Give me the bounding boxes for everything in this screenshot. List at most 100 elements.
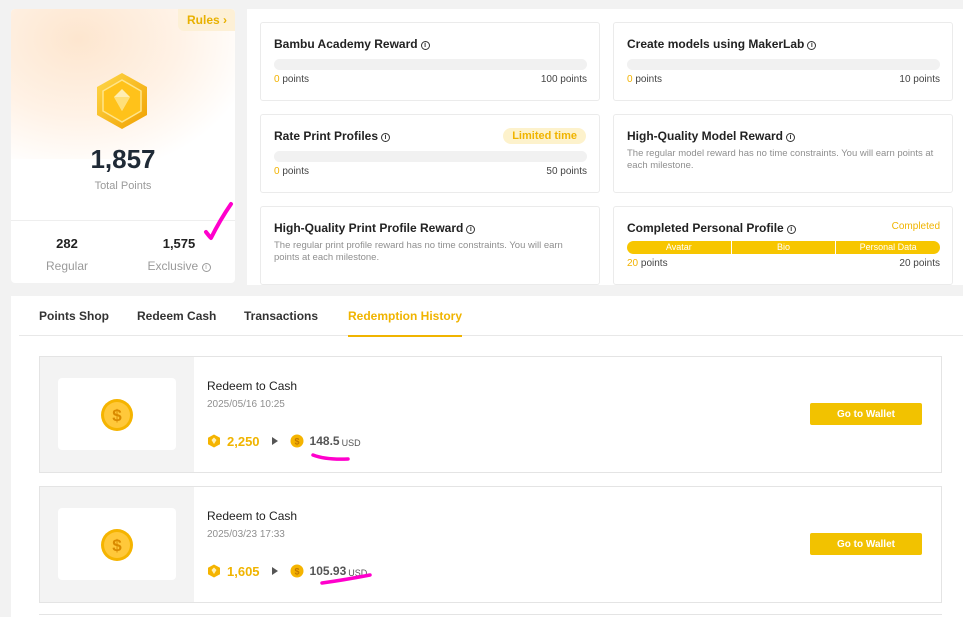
regular-points-value: 282: [56, 236, 78, 251]
total-points-value: 1,857: [90, 144, 156, 174]
record-date: 2025/05/16 10:25: [207, 399, 285, 410]
progress-bar: [274, 59, 587, 70]
task-progress-unit: points: [279, 166, 310, 177]
task-title-row: High-Quality Print Profile Reward i: [274, 221, 476, 235]
points-summary-card: Rules › 1,857 Total Points 282 Regular 1…: [11, 9, 235, 283]
task-card-personal-profile: Completed Personal Profile i Completed Av…: [613, 206, 953, 285]
task-progress: 0 points: [274, 74, 309, 85]
svg-text:$: $: [294, 437, 299, 447]
record-thumbnail: $: [58, 378, 176, 450]
task-progress-unit: points: [632, 74, 663, 85]
rules-button[interactable]: Rules ›: [177, 9, 235, 31]
info-icon[interactable]: i: [381, 133, 391, 142]
arrow-right-icon: [271, 567, 278, 575]
task-title: Completed Personal Profile: [627, 221, 784, 235]
task-target: 20 points: [899, 258, 940, 269]
tab-transactions[interactable]: Transactions: [244, 309, 318, 335]
task-title-row: Bambu Academy Reward i: [274, 37, 430, 51]
dollar-coin-icon: $: [290, 434, 304, 448]
tab-redeem-cash[interactable]: Redeem Cash: [137, 309, 216, 335]
record-thumbnail-area: $: [40, 357, 194, 472]
tab-bar: Points Shop Redeem Cash Transactions Red…: [19, 296, 963, 337]
exclusive-points-label-row: Exclusive i: [123, 259, 235, 273]
dollar-coin-icon: $: [101, 399, 133, 431]
task-title: High-Quality Print Profile Reward: [274, 221, 464, 235]
record-exchange: 1,605 $ 105.93 USD: [207, 562, 367, 580]
svg-text:$: $: [112, 536, 122, 555]
exclusive-points-label: Exclusive: [147, 259, 199, 273]
points-coin-icon: [208, 434, 220, 448]
task-card-rate-profiles: Rate Print Profiles i Limited time 0 poin…: [260, 114, 600, 193]
next-record-edge: [39, 614, 942, 615]
task-card-academy: Bambu Academy Reward i 0 points 100 point…: [260, 22, 600, 101]
record-date: 2025/03/23 17:33: [207, 529, 285, 540]
task-title: Create models using MakerLab: [627, 37, 805, 51]
task-card-hq-profile: High-Quality Print Profile Reward i The r…: [260, 206, 600, 285]
task-title: Rate Print Profiles: [274, 129, 379, 143]
task-progress-unit: points: [638, 258, 668, 269]
arrow-right-icon: [271, 437, 278, 445]
completed-status: Completed: [891, 221, 940, 232]
exclusive-points-value: 1,575: [162, 236, 196, 251]
segmented-progress-bar: Avatar Bio Personal Data: [627, 241, 940, 254]
record-amount: 105.93: [309, 564, 347, 578]
task-target: 50 points: [546, 166, 587, 177]
tab-points-shop[interactable]: Points Shop: [39, 309, 109, 335]
dollar-coin-icon: $: [290, 564, 304, 578]
info-icon[interactable]: i: [807, 41, 817, 50]
info-icon[interactable]: i: [786, 225, 796, 234]
regular-points: 282 Regular: [11, 236, 123, 273]
redemption-record: $ Redeem to Cash 2025/03/23 17:33 1,605 …: [39, 486, 942, 603]
record-title: Redeem to Cash: [207, 379, 298, 393]
task-card-makerlab: Create models using MakerLab i 0 points 1…: [613, 22, 953, 101]
task-description: The regular model reward has no time con…: [627, 148, 934, 171]
main-panel: Points Shop Redeem Cash Transactions Red…: [11, 296, 963, 617]
svg-text:$: $: [112, 406, 122, 425]
segment-avatar: Avatar: [627, 241, 732, 254]
task-progress: 0 points: [627, 74, 662, 85]
segment-personal-data: Personal Data: [859, 242, 917, 252]
task-title-row: High-Quality Model Reward i: [627, 129, 796, 143]
points-coin-icon: [208, 564, 220, 578]
info-icon[interactable]: i: [420, 41, 430, 50]
task-progress-value: 20: [627, 258, 639, 269]
task-progress-unit: points: [279, 74, 310, 85]
task-title: High-Quality Model Reward: [627, 129, 784, 143]
info-icon[interactable]: i: [201, 263, 211, 272]
diamond-medal-icon: [97, 73, 147, 129]
limited-time-badge: Limited time: [503, 128, 586, 144]
task-title-row: Completed Personal Profile i: [627, 221, 796, 235]
task-progress: 20 points: [627, 258, 668, 269]
task-card-hq-model: High-Quality Model Reward i The regular m…: [613, 114, 953, 193]
task-target: 10 points: [899, 74, 940, 85]
dollar-coin-icon: $: [101, 529, 133, 561]
info-icon[interactable]: i: [786, 133, 796, 142]
redemption-record: $ Redeem to Cash 2025/05/16 10:25 2,250 …: [39, 356, 942, 473]
record-thumbnail: $: [58, 508, 176, 580]
task-title-row: Rate Print Profiles i: [274, 129, 391, 143]
task-title-row: Create models using MakerLab i: [627, 37, 817, 51]
task-description: The regular print profile reward has no …: [274, 240, 563, 263]
total-points-label: Total Points: [94, 180, 152, 192]
divider: [11, 220, 235, 221]
progress-bar: [627, 59, 940, 70]
record-points: 1,605: [227, 563, 260, 579]
svg-text:$: $: [294, 567, 299, 577]
record-exchange: 2,250 $ 148.5 USD: [207, 432, 361, 450]
info-icon[interactable]: i: [466, 225, 476, 234]
record-thumbnail-area: $: [40, 487, 194, 602]
go-to-wallet-button[interactable]: Go to Wallet: [810, 403, 922, 425]
task-target: 100 points: [540, 74, 587, 85]
exclusive-points: 1,575 Exclusive i: [123, 236, 235, 273]
record-points: 2,250: [227, 433, 260, 449]
record-amount: 148.5: [309, 434, 340, 448]
progress-bar: [274, 151, 587, 162]
record-currency: USD: [341, 437, 361, 448]
tab-redemption-history[interactable]: Redemption History: [348, 309, 463, 337]
tasks-panel: Bambu Academy Reward i 0 points 100 point…: [247, 9, 963, 285]
record-title: Redeem to Cash: [207, 509, 298, 523]
task-progress: 0 points: [274, 166, 309, 177]
go-to-wallet-button[interactable]: Go to Wallet: [810, 533, 922, 555]
record-currency: USD: [348, 567, 368, 578]
segment-bio: Bio: [732, 241, 837, 254]
